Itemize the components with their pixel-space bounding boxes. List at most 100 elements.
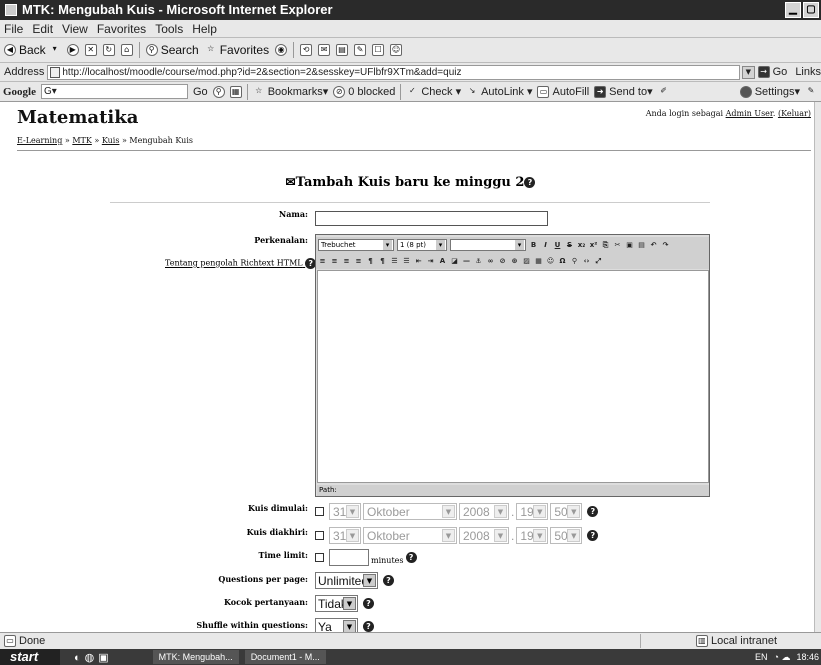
breadcrumb-elearning[interactable]: E-Learning <box>17 136 62 145</box>
links-label[interactable]: Links <box>795 66 821 78</box>
richtext-help-link[interactable]: Tentang pengolah Richtext HTML ? <box>165 258 317 269</box>
time-limit-checkbox[interactable] <box>315 553 324 562</box>
menu-tools[interactable]: Tools <box>155 22 183 36</box>
back-button[interactable]: ◀ Back ▾ <box>4 43 61 57</box>
start-month-select[interactable]: Oktober ▼ <box>363 503 457 520</box>
help-icon[interactable]: ? <box>587 506 599 517</box>
time-limit-input[interactable] <box>329 549 369 566</box>
end-minute-select[interactable]: 50 ▼ <box>550 527 583 544</box>
kuis-dimulai-checkbox[interactable] <box>315 507 324 516</box>
size-select[interactable]: 1 (8 pt) <box>397 239 447 251</box>
menu-view[interactable]: View <box>62 22 88 36</box>
address-dropdown-icon[interactable]: ▼ <box>742 65 755 79</box>
stop-icon[interactable]: ✕ <box>84 44 97 56</box>
horizontal-rule-icon[interactable]: — <box>462 256 471 266</box>
user-link[interactable]: Admin User <box>726 109 773 118</box>
underline-icon[interactable]: U <box>553 240 562 250</box>
menu-help[interactable]: Help <box>192 22 217 36</box>
help-icon[interactable]: ? <box>587 530 599 541</box>
redo-icon[interactable]: ↷ <box>661 240 670 250</box>
maximize-button[interactable]: ▢ <box>803 2 819 18</box>
media-icon[interactable]: ◉ <box>275 44 288 56</box>
align-left-icon[interactable]: ≡ <box>318 256 327 266</box>
text-color-icon[interactable]: A <box>438 256 447 266</box>
mail-icon[interactable]: ✉ <box>318 44 331 56</box>
home-icon[interactable]: ⌂ <box>120 44 133 56</box>
editor-text-area[interactable] <box>317 270 709 483</box>
help-icon[interactable]: ? <box>524 177 536 188</box>
taskbar-item-word[interactable]: Document1 - M... <box>244 650 326 664</box>
address-input[interactable]: http://localhost/moodle/course/mod.php?i… <box>47 64 740 80</box>
bold-icon[interactable]: B <box>529 240 538 250</box>
history-icon[interactable]: ⟲ <box>300 44 313 56</box>
justify-icon[interactable]: ≡ <box>354 256 363 266</box>
settings-button[interactable]: Settings▾ <box>739 85 800 98</box>
start-hour-select[interactable]: 19 ▼ <box>516 503 549 520</box>
unlink-icon[interactable]: ⊘ <box>498 256 507 266</box>
logout-link[interactable]: (Keluar) <box>778 109 811 118</box>
end-hour-select[interactable]: 19 ▼ <box>516 527 549 544</box>
style-select[interactable] <box>450 239 526 251</box>
indent-icon[interactable]: ⇥ <box>426 256 435 266</box>
superscript-icon[interactable]: x² <box>589 240 598 250</box>
page-scrollbar[interactable] <box>814 102 821 632</box>
search-button[interactable]: ⚲ Search <box>145 43 199 57</box>
outdent-icon[interactable]: ⇤ <box>414 256 423 266</box>
anchor-icon[interactable]: ⚓ <box>474 256 483 266</box>
start-minute-select[interactable]: 50 ▼ <box>550 503 583 520</box>
end-year-select[interactable]: 2008 ▼ <box>459 527 509 544</box>
cut-icon[interactable]: ✂ <box>613 240 622 250</box>
questions-per-page-select[interactable]: Unlimited ▼ <box>315 572 378 589</box>
rtl-icon[interactable]: ¶ <box>378 256 387 266</box>
paste-icon[interactable]: ▣ <box>625 240 634 250</box>
page-options-icon[interactable]: ▦ <box>229 85 242 98</box>
spellcheck-button[interactable]: ✓ Check ▾ <box>406 85 461 99</box>
image-icon[interactable]: ▨ <box>522 256 531 266</box>
italic-icon[interactable]: I <box>541 240 550 250</box>
special-char-icon[interactable]: Ω <box>558 256 567 266</box>
undo-icon[interactable]: ↶ <box>649 240 658 250</box>
end-day-select[interactable]: 31 ▼ <box>329 527 361 544</box>
google-go-button[interactable]: Go <box>193 86 208 98</box>
google-search-input[interactable]: G▾ <box>41 84 188 99</box>
language-indicator[interactable]: EN <box>755 652 768 662</box>
html-source-icon[interactable]: ‹› <box>582 256 591 266</box>
align-right-icon[interactable]: ≡ <box>342 256 351 266</box>
unordered-list-icon[interactable]: ☰ <box>402 256 411 266</box>
autolink-button[interactable]: ↘ AutoLink ▾ <box>466 85 533 99</box>
align-center-icon[interactable]: ≡ <box>330 256 339 266</box>
end-month-select[interactable]: Oktober ▼ <box>363 527 457 544</box>
help-icon[interactable]: ? <box>383 575 394 586</box>
menu-edit[interactable]: Edit <box>32 22 53 36</box>
discuss-icon[interactable]: ☐ <box>372 44 385 56</box>
quicklaunch-icons[interactable]: ◐◍▣ <box>74 651 113 664</box>
bookmarks-button[interactable]: ☆ Bookmarks▾ <box>253 85 328 99</box>
bg-color-icon[interactable]: ◪ <box>450 256 459 266</box>
popup-blocker-button[interactable]: ⊘ 0 blocked <box>333 85 395 98</box>
taskbar-item-ie[interactable]: MTK: Mengubah... <box>152 650 239 664</box>
autofill-button[interactable]: ▭ AutoFill <box>537 85 589 98</box>
forward-icon[interactable]: ▶ <box>66 44 79 56</box>
sendto-button[interactable]: ➜ Send to▾ <box>594 85 653 98</box>
fullscreen-icon[interactable]: ⤢ <box>594 256 603 266</box>
search-replace-icon[interactable]: ⚲ <box>570 256 579 266</box>
refresh-icon[interactable]: ↻ <box>102 44 115 56</box>
shuffle-select[interactable]: Ya ▼ <box>315 618 358 632</box>
help-icon[interactable]: ? <box>405 552 417 563</box>
link-icon[interactable]: ∞ <box>486 256 495 266</box>
messenger-icon[interactable]: ☺ <box>390 44 403 56</box>
ltr-icon[interactable]: ¶ <box>366 256 375 266</box>
highlight-icon[interactable]: ✐ <box>658 86 670 98</box>
kocok-select[interactable]: Tidak ▼ <box>315 595 358 612</box>
favorites-button[interactable]: ☆ Favorites <box>205 43 269 57</box>
go-button[interactable]: → Go <box>757 66 787 78</box>
nolink-icon[interactable]: ⊛ <box>510 256 519 266</box>
start-day-select[interactable]: 31 ▼ <box>329 503 361 520</box>
font-select[interactable]: Trebuchet <box>318 239 394 251</box>
subscript-icon[interactable]: x₂ <box>577 240 586 250</box>
ordered-list-icon[interactable]: ☰ <box>390 256 399 266</box>
start-button[interactable]: start <box>0 649 60 665</box>
help-icon[interactable]: ? <box>363 621 374 632</box>
smiley-icon[interactable]: ☺ <box>546 256 555 266</box>
help-icon[interactable]: ? <box>363 598 374 609</box>
